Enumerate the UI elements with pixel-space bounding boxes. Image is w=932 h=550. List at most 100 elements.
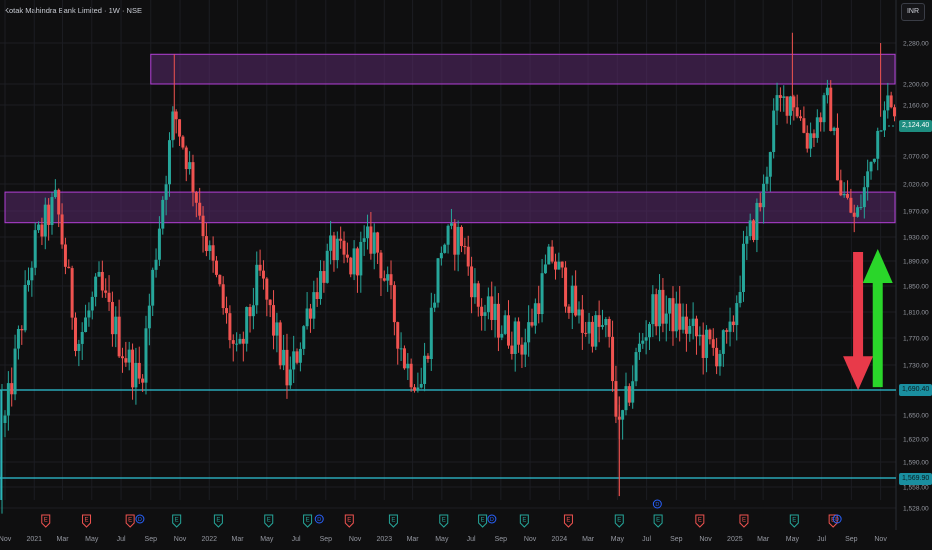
candle-body [107, 292, 111, 302]
candle-body [879, 130, 883, 132]
x-tick-label: Jul [817, 536, 826, 543]
candle-body [503, 315, 507, 334]
candle-body [335, 238, 339, 261]
candle-body [312, 292, 316, 319]
price-chart[interactable]: 2,280.00 2,200.00 2,160.00 2,070.00 2,020.00… [0, 0, 932, 550]
earnings-marker-label: E [566, 518, 570, 524]
candle-body [832, 127, 836, 131]
last-price-tag: 2,124.40 [899, 120, 932, 132]
candle-body [540, 273, 544, 315]
candle-body [218, 274, 222, 285]
candle-body [527, 322, 531, 343]
candle-body [580, 309, 584, 333]
candle-body [416, 387, 420, 391]
x-tick-label: Sep [845, 536, 858, 543]
candle-body [486, 296, 490, 313]
candle-body [567, 306, 571, 313]
candle-body [829, 87, 833, 131]
candle-body [164, 184, 168, 200]
candle-body [688, 325, 692, 334]
candle-body [721, 330, 725, 354]
candle-body [725, 330, 729, 332]
candle-body [295, 351, 299, 363]
candle-body [151, 269, 155, 306]
candle-body [13, 348, 17, 395]
candle-body [812, 133, 816, 138]
candle-body [587, 321, 591, 334]
earnings-marker-label: E [792, 518, 796, 524]
earnings-marker-label: E [442, 518, 446, 524]
candle-body [520, 344, 524, 355]
x-tick-label: Jul [467, 536, 476, 543]
candle-body [634, 352, 638, 382]
candle-body [3, 415, 7, 423]
x-tick-label: 2023 [377, 536, 393, 543]
candle-body [436, 258, 440, 303]
candle-body [775, 95, 779, 111]
candle-body [597, 315, 601, 327]
candle-body [772, 110, 776, 153]
candle-body [345, 254, 349, 258]
earnings-marker-label: E [617, 518, 621, 524]
x-tick-label: Jul [642, 536, 651, 543]
y-tick-label: 1,890.00 [903, 259, 929, 266]
x-tick-label: Jul [292, 536, 301, 543]
earnings-marker-label: E [742, 518, 746, 524]
candle-body [819, 117, 823, 123]
candle-body [77, 343, 81, 351]
candle-body [325, 250, 329, 283]
candle-body [342, 240, 346, 255]
y-tick-label: 2,070.00 [903, 154, 929, 161]
candle-body [594, 315, 598, 347]
candle-body [174, 111, 178, 120]
x-tick-label: Nov [524, 536, 537, 543]
candle-body [97, 271, 101, 277]
candle-body [181, 136, 185, 148]
candle-body [43, 204, 47, 237]
candle-body [718, 353, 722, 367]
candle-body [157, 228, 161, 260]
earnings-marker-label: E [85, 518, 89, 524]
candle-body [402, 348, 406, 369]
candle-body [413, 387, 417, 391]
candle-body [705, 329, 709, 358]
candle-body [523, 342, 527, 355]
candle-body [758, 202, 762, 208]
candle-body [147, 305, 151, 329]
line-layer [0, 125, 896, 500]
candle-body [288, 369, 292, 386]
candle-body [120, 356, 124, 359]
dividend-marker-label: D [490, 517, 494, 523]
candle-body [607, 318, 611, 337]
dividend-marker-label: D [317, 517, 321, 523]
candle-body [674, 303, 678, 332]
x-tick-label: 2024 [552, 536, 568, 543]
x-tick-label: Nov [349, 536, 362, 543]
candle-body [144, 328, 148, 383]
y-tick-label: 1,590.00 [903, 460, 929, 467]
candle-body [557, 261, 561, 270]
candle-body [376, 232, 380, 253]
candle-body [513, 321, 517, 354]
dividend-marker-label: D [655, 502, 659, 508]
candle-body [882, 110, 886, 131]
support-upper-tag: 1,690.40 [899, 384, 932, 396]
candle-body [809, 133, 813, 149]
resistance-zone [4, 191, 896, 224]
candle-body [248, 307, 252, 317]
candle-body [711, 339, 715, 348]
x-tick-label: 2022 [201, 536, 217, 543]
y-tick-label: 2,200.00 [903, 82, 929, 89]
candle-body [73, 317, 77, 351]
candle-body [658, 289, 662, 327]
candle-body [37, 224, 41, 231]
candle-body [379, 252, 383, 279]
y-tick-label: 1,810.00 [903, 310, 929, 317]
candle-body [261, 270, 265, 279]
candle-body [308, 308, 312, 319]
candle-body [463, 246, 467, 248]
candle-body [134, 362, 138, 388]
y-tick-label: 1,970.00 [903, 209, 929, 216]
candle-body [537, 303, 541, 315]
candle-body [456, 226, 460, 255]
